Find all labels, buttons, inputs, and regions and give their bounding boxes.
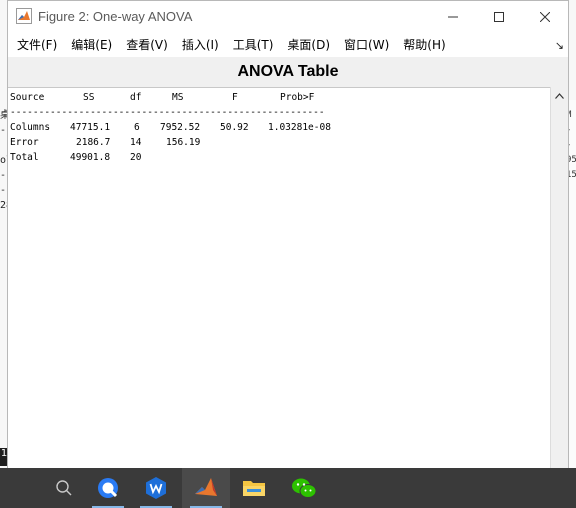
table-content: Source SS df MS F Prob>F ---------------… (8, 87, 552, 470)
quark-browser-icon (98, 478, 118, 498)
figure-window: Figure 2: One-way ANOVA 文件(F) 编辑(E) 查看(V… (7, 0, 569, 470)
row-df: 6 (134, 122, 140, 133)
row-prob: 1.03281e-08 (268, 122, 331, 133)
row-source: Total (10, 152, 39, 163)
chevron-up-icon (555, 92, 564, 99)
row-ss: 2186.7 (76, 137, 111, 148)
minimize-button[interactable] (430, 1, 476, 33)
header-prob: Prob>F (280, 92, 315, 103)
row-source: Columns (10, 122, 51, 133)
maximize-icon (494, 12, 504, 22)
menu-view[interactable]: 查看(V) (119, 33, 175, 57)
menu-desktop[interactable]: 桌面(D) (280, 33, 337, 57)
search-icon (56, 480, 72, 496)
taskbar-quark-browser[interactable] (84, 468, 132, 508)
menu-insert[interactable]: 插入(I) (175, 33, 226, 57)
row-ms: 156.19 (166, 137, 201, 148)
menu-edit[interactable]: 编辑(E) (64, 33, 119, 57)
taskbar-file-explorer[interactable] (230, 468, 278, 508)
header-ms: MS (172, 92, 184, 103)
close-icon (540, 12, 550, 22)
matlab-icon (16, 8, 32, 24)
taskbar-wps-office[interactable] (132, 468, 180, 508)
taskbar-search[interactable] (40, 468, 88, 508)
row-ss: 47715.1 (70, 122, 111, 133)
header-f: F (232, 92, 238, 103)
table-header-row: Source SS df MS F Prob>F (10, 90, 325, 105)
table-row: Total 49901.8 20 (10, 150, 325, 165)
vertical-scrollbar[interactable] (550, 87, 568, 469)
menu-tools[interactable]: 工具(T) (226, 33, 281, 57)
row-ms: 7952.52 (160, 122, 201, 133)
table-header: ANOVA Table (8, 57, 568, 87)
table-row: Columns 47715.1 6 7952.52 50.92 1.03281e… (10, 120, 331, 135)
scroll-up-button[interactable] (551, 87, 568, 104)
menu-file[interactable]: 文件(F) (10, 33, 64, 57)
header-source: Source (10, 92, 45, 103)
row-df: 20 (130, 152, 142, 163)
menu-bar: 文件(F) 编辑(E) 查看(V) 插入(I) 工具(T) 桌面(D) 窗口(W… (8, 33, 568, 57)
header-ss: SS (83, 92, 95, 103)
file-explorer-icon (243, 481, 265, 496)
matlab-icon (195, 478, 217, 496)
menu-window[interactable]: 窗口(W) (337, 33, 396, 57)
close-button[interactable] (522, 1, 568, 33)
taskbar (0, 468, 576, 508)
table-title: ANOVA Table (237, 63, 339, 80)
header-df: df (130, 92, 142, 103)
taskbar-wechat[interactable] (280, 468, 328, 508)
menu-help[interactable]: 帮助(H) (396, 33, 452, 57)
maximize-button[interactable] (476, 1, 522, 33)
table-separator: ----------------------------------------… (10, 107, 325, 118)
row-source: Error (10, 137, 39, 148)
wps-office-icon (146, 477, 166, 499)
row-df: 14 (130, 137, 142, 148)
window-title: Figure 2: One-way ANOVA (38, 9, 193, 24)
row-f: 50.92 (220, 122, 249, 133)
wechat-icon (292, 478, 317, 498)
minimize-icon (448, 16, 458, 18)
anova-table: Source SS df MS F Prob>F ---------------… (10, 90, 331, 165)
dock-arrow-icon[interactable]: ↘ (555, 39, 564, 52)
taskbar-matlab[interactable] (182, 468, 230, 508)
table-row: Error 2186.7 14 156.19 (10, 135, 325, 150)
title-bar[interactable]: Figure 2: One-way ANOVA (8, 1, 568, 33)
row-ss: 49901.8 (70, 152, 111, 163)
